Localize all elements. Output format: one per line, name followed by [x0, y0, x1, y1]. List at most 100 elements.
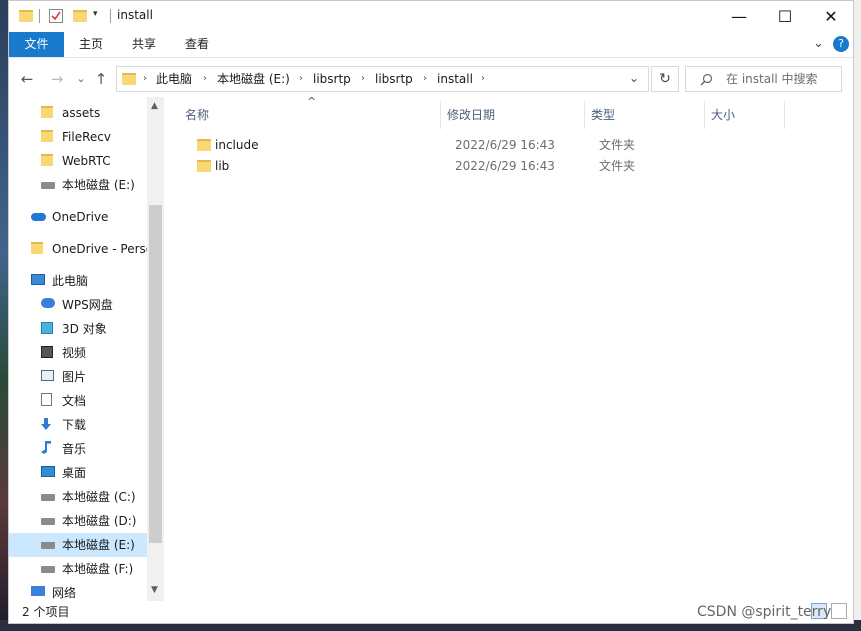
sidebar-item[interactable]: OneDrive - Perso	[9, 237, 153, 261]
sidebar-item[interactable]: 本地磁盘 (C:)	[9, 485, 147, 509]
sidebar-item-label: WebRTC	[62, 154, 111, 168]
sidebar-item[interactable]: 本地磁盘 (D:)	[9, 509, 147, 533]
folder-icon	[31, 242, 43, 254]
breadcrumb-install[interactable]: install	[437, 67, 473, 91]
chevron-right-icon[interactable]: ›	[299, 67, 303, 91]
file-row[interactable]: lib 2022/6/29 16:43 文件夹	[187, 155, 787, 177]
column-divider[interactable]	[704, 101, 705, 129]
breadcrumb-libsrtp[interactable]: libsrtp	[313, 67, 351, 91]
divider	[110, 9, 111, 23]
refresh-button[interactable]: ↻	[651, 66, 679, 92]
folder-icon	[41, 106, 53, 118]
properties-icon[interactable]	[49, 9, 63, 23]
chevron-right-icon[interactable]: ›	[143, 67, 147, 91]
tab-home[interactable]: 主页	[67, 32, 115, 57]
chevron-right-icon[interactable]: ›	[361, 67, 365, 91]
sidebar-item[interactable]: OneDrive	[9, 205, 147, 229]
column-divider[interactable]	[440, 101, 441, 129]
ribbon-tabs: 文件 主页 共享 查看 ⌄ ?	[9, 32, 853, 58]
recent-locations-button[interactable]: ⌄	[71, 69, 91, 89]
sidebar-item[interactable]: 本地磁盘 (E:)	[9, 533, 147, 557]
tab-file[interactable]: 文件	[9, 32, 64, 57]
computer-icon	[31, 274, 45, 285]
sidebar-item-label: OneDrive - Perso	[52, 242, 154, 256]
video-icon	[41, 346, 53, 358]
maximize-button[interactable]: ☐	[762, 1, 808, 31]
sidebar-item[interactable]: 音乐	[9, 437, 147, 461]
onedrive-icon	[31, 213, 46, 221]
file-modified: 2022/6/29 16:43	[455, 159, 555, 173]
file-row[interactable]: include 2022/6/29 16:43 文件夹	[187, 134, 787, 156]
sidebar-item-label: 本地磁盘 (C:)	[62, 490, 136, 504]
search-input[interactable]: 在 install 中搜索	[685, 66, 842, 92]
customize-quick-access-icon[interactable]: ▾	[93, 9, 98, 19]
documents-icon	[41, 393, 52, 406]
breadcrumb-drive-e[interactable]: 本地磁盘 (E:)	[217, 67, 290, 91]
drive-icon	[41, 518, 55, 525]
sidebar-item[interactable]: 桌面	[9, 461, 147, 485]
chevron-right-icon[interactable]: ›	[481, 67, 485, 91]
sidebar-item[interactable]: 网络	[9, 581, 147, 601]
folder-icon	[197, 160, 211, 172]
window-title: install	[117, 8, 153, 22]
sidebar-item[interactable]: WPS网盘	[9, 293, 147, 317]
file-name: include	[215, 138, 259, 152]
help-icon[interactable]: ?	[833, 36, 849, 52]
back-button[interactable]: ←	[17, 69, 37, 89]
column-divider[interactable]	[784, 101, 785, 129]
sidebar-item-label: 3D 对象	[62, 322, 107, 336]
sidebar-item-label: WPS网盘	[62, 298, 113, 312]
sidebar-item[interactable]: 本地磁盘 (F:)	[9, 557, 147, 581]
sidebar-item[interactable]: assets	[9, 101, 147, 125]
sidebar-item[interactable]: 本地磁盘 (E:)	[9, 173, 147, 197]
column-header-name[interactable]: 名称	[185, 103, 209, 127]
desktop-icon	[41, 466, 55, 477]
column-header-modified[interactable]: 修改日期	[447, 103, 495, 127]
sidebar-item[interactable]: 图片	[9, 365, 147, 389]
large-icons-view-icon[interactable]	[831, 603, 847, 619]
breadcrumb-this-pc[interactable]: 此电脑	[156, 67, 192, 91]
music-icon	[41, 441, 51, 454]
chevron-right-icon[interactable]: ›	[423, 67, 427, 91]
minimize-button[interactable]: —	[716, 1, 762, 31]
breadcrumb-libsrtp-2[interactable]: libsrtp	[375, 67, 413, 91]
3d-objects-icon	[41, 322, 53, 334]
scroll-down-icon[interactable]: ▼	[151, 585, 158, 595]
expand-ribbon-icon[interactable]: ⌄	[813, 36, 824, 51]
sidebar-item-label: 本地磁盘 (E:)	[62, 538, 135, 552]
folder-icon	[41, 130, 53, 142]
chevron-right-icon[interactable]: ›	[203, 67, 207, 91]
up-button[interactable]: ↑	[91, 69, 111, 89]
pictures-icon	[41, 370, 54, 381]
sidebar-item[interactable]: 此电脑	[9, 269, 147, 293]
column-header-size[interactable]: 大小	[711, 103, 735, 127]
sort-ascending-icon: ^	[307, 95, 317, 108]
search-icon	[700, 73, 713, 86]
sidebar-item[interactable]: 下载	[9, 413, 147, 437]
sidebar-item-label: 本地磁盘 (F:)	[62, 562, 134, 576]
title-bar: ▾ install — ☐ ✕	[9, 1, 853, 31]
sidebar-scrollbar-thumb[interactable]	[149, 205, 162, 543]
sidebar-item[interactable]: FileRecv	[9, 125, 147, 149]
tab-view[interactable]: 查看	[173, 32, 221, 57]
sidebar-item[interactable]: 3D 对象	[9, 317, 147, 341]
drive-icon	[41, 542, 55, 549]
address-bar[interactable]: › 此电脑 › 本地磁盘 (E:) › libsrtp › libsrtp › …	[116, 66, 649, 92]
file-name: lib	[215, 159, 230, 173]
sidebar-item-label: 视频	[62, 346, 87, 360]
column-divider[interactable]	[584, 101, 585, 129]
forward-button[interactable]: →	[47, 69, 67, 89]
sidebar-item[interactable]: 文档	[9, 389, 147, 413]
file-modified: 2022/6/29 16:43	[455, 138, 555, 152]
column-header-type[interactable]: 类型	[591, 103, 615, 127]
sidebar-item[interactable]: 视频	[9, 341, 147, 365]
new-folder-icon[interactable]	[73, 10, 87, 22]
folder-icon	[197, 139, 211, 151]
close-button[interactable]: ✕	[808, 1, 854, 31]
scroll-up-icon[interactable]: ▲	[151, 101, 158, 111]
address-dropdown-icon[interactable]: ⌄	[629, 71, 639, 85]
sidebar-item[interactable]: WebRTC	[9, 149, 147, 173]
sidebar-item-label: FileRecv	[62, 130, 111, 144]
sidebar-item-label: 此电脑	[52, 274, 89, 288]
tab-share[interactable]: 共享	[120, 32, 168, 57]
